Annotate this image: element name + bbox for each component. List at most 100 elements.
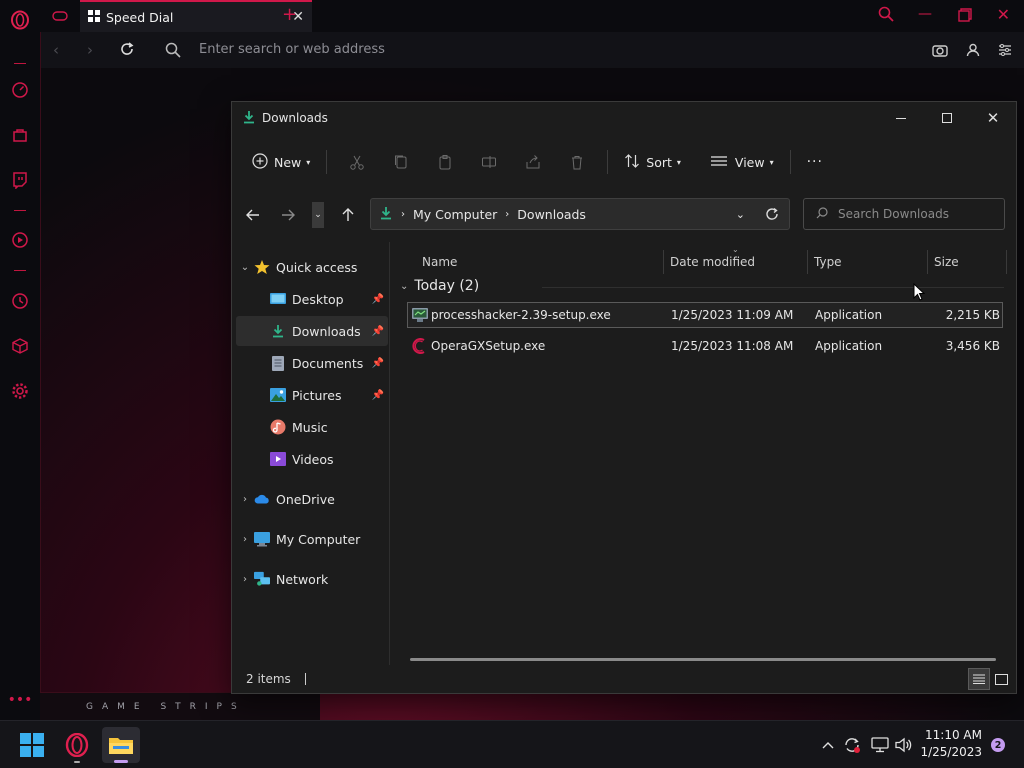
clock[interactable]: 11:10 AM 1/25/2023 <box>914 727 982 761</box>
nav-item-downloads[interactable]: Downloads 📌 <box>236 316 388 346</box>
column-header-size[interactable]: Size <box>934 250 959 274</box>
more-dots-icon[interactable]: ••• <box>8 690 33 710</box>
history-icon[interactable] <box>10 291 30 311</box>
search-input[interactable]: Search Downloads <box>803 198 1005 230</box>
notification-badge[interactable]: 2 <box>991 738 1005 752</box>
breadcrumb-my-computer[interactable]: My Computer <box>413 207 497 222</box>
explorer-titlebar[interactable]: Downloads ✕ <box>232 102 1016 134</box>
forward-icon[interactable]: › <box>87 41 93 59</box>
column-divider[interactable] <box>663 250 664 274</box>
chevron-right-icon[interactable]: › <box>236 534 254 545</box>
view-button[interactable]: View ▾ <box>703 146 782 178</box>
sync-icon[interactable] <box>842 735 862 755</box>
cut-icon[interactable] <box>341 146 373 178</box>
recent-locations-dropdown[interactable]: ⌄ <box>312 202 324 228</box>
nav-item-onedrive[interactable]: › OneDrive <box>236 484 388 514</box>
table-row[interactable]: OperaGXSetup.exe 1/25/2023 11:08 AM Appl… <box>407 333 1003 359</box>
maximize-button[interactable] <box>924 102 970 134</box>
refresh-icon[interactable] <box>765 207 779 224</box>
sidebar-divider <box>14 270 26 271</box>
up-arrow-icon[interactable] <box>335 204 361 226</box>
tab-speed-dial[interactable]: Speed Dial ✕ <box>80 0 312 32</box>
chevron-right-icon[interactable]: › <box>236 574 254 585</box>
details-view-button[interactable] <box>968 668 990 690</box>
chevron-down-icon[interactable]: ⌄ <box>236 262 254 273</box>
chevron-down-icon: ⌄ <box>314 210 322 220</box>
group-header-today[interactable]: ⌄ Today (2) <box>400 278 479 294</box>
camera-icon[interactable] <box>932 42 948 61</box>
game-strips-bar[interactable]: GAME STRIPS <box>40 692 320 720</box>
taskbar: 11:10 AM 1/25/2023 2 <box>0 720 1024 768</box>
grid-icon <box>88 9 100 25</box>
column-divider[interactable] <box>927 250 928 274</box>
column-header-name[interactable]: Name <box>422 250 457 274</box>
back-icon[interactable]: ‹ <box>53 41 59 59</box>
gear-icon[interactable] <box>10 381 30 401</box>
column-header-type[interactable]: Type <box>814 250 842 274</box>
horizontal-scrollbar[interactable] <box>410 658 996 661</box>
sort-indicator-icon: ⌄ <box>732 245 739 254</box>
opera-gx-taskbar-icon[interactable] <box>58 727 96 763</box>
nav-item-music[interactable]: Music <box>236 412 388 442</box>
address-dropdown-icon[interactable]: ⌄ <box>736 208 745 221</box>
opera-logo-icon[interactable] <box>10 10 30 30</box>
close-button[interactable]: ✕ <box>970 102 1016 134</box>
nav-item-network[interactable]: › Network <box>236 564 388 594</box>
nav-item-documents[interactable]: Documents 📌 <box>236 348 388 378</box>
easy-setup-icon[interactable] <box>998 42 1012 61</box>
share-icon[interactable] <box>517 146 549 178</box>
chevron-down-icon[interactable]: ⌄ <box>400 281 408 292</box>
chevron-down-icon: ▾ <box>769 157 774 167</box>
nav-item-pictures[interactable]: Pictures 📌 <box>236 380 388 410</box>
file-list: Name Date modified ⌄ Type Size ⌄ Today (… <box>392 242 1016 665</box>
address-input[interactable]: Enter search or web address <box>199 42 385 57</box>
cube-icon[interactable] <box>10 336 30 356</box>
nav-label: Documents <box>292 355 364 371</box>
sort-button[interactable]: Sort ▾ <box>616 146 689 178</box>
restore-browser-button[interactable] <box>958 7 972 26</box>
nav-item-quick-access[interactable]: ⌄ Quick access <box>236 252 388 282</box>
profile-icon[interactable] <box>966 42 980 61</box>
delete-icon[interactable] <box>561 146 593 178</box>
twitch-icon[interactable] <box>10 170 30 190</box>
new-button[interactable]: New ▾ <box>244 146 318 178</box>
minimize-browser-button[interactable]: — <box>918 6 932 22</box>
installer-app-icon <box>412 307 428 326</box>
network-tray-icon[interactable] <box>870 735 890 755</box>
back-arrow-icon[interactable] <box>240 204 266 226</box>
copy-icon[interactable] <box>385 146 417 178</box>
nav-item-videos[interactable]: Videos <box>236 444 388 474</box>
bag-icon[interactable] <box>10 125 30 145</box>
column-header-date[interactable]: Date modified ⌄ <box>670 245 755 274</box>
file-explorer-taskbar-icon[interactable] <box>102 727 140 763</box>
file-size: 3,456 KB <box>945 339 1000 353</box>
paste-icon[interactable] <box>429 146 461 178</box>
column-divider[interactable] <box>1006 250 1007 274</box>
chevron-up-icon[interactable] <box>818 735 838 755</box>
more-options-button[interactable]: ··· <box>799 146 831 178</box>
rename-icon[interactable] <box>473 146 505 178</box>
nav-item-my-computer[interactable]: › My Computer <box>236 524 388 554</box>
speedometer-icon[interactable] <box>10 80 30 100</box>
volume-icon[interactable] <box>894 735 914 755</box>
search-tabs-icon[interactable] <box>878 6 894 26</box>
close-browser-button[interactable]: ✕ <box>997 5 1010 24</box>
forward-arrow-icon[interactable] <box>275 204 301 226</box>
nav-item-desktop[interactable]: Desktop 📌 <box>236 284 388 314</box>
tiles-view-button[interactable] <box>990 668 1012 690</box>
windows-start-icon[interactable] <box>13 727 51 763</box>
reload-icon[interactable] <box>119 41 135 61</box>
address-box[interactable]: › My Computer › Downloads ⌄ <box>370 198 790 230</box>
new-tab-button[interactable]: + <box>282 4 297 25</box>
nav-label: Network <box>276 571 329 587</box>
minimize-button[interactable] <box>878 102 924 134</box>
column-divider[interactable] <box>807 250 808 274</box>
music-icon <box>270 419 286 435</box>
chevron-right-icon[interactable]: › <box>236 494 254 505</box>
gamepad-icon[interactable] <box>50 6 70 26</box>
breadcrumb-downloads[interactable]: Downloads <box>517 207 586 222</box>
table-row[interactable]: processhacker-2.39-setup.exe 1/25/2023 1… <box>407 302 1003 328</box>
download-icon <box>270 323 286 339</box>
player-icon[interactable] <box>10 230 30 250</box>
nav-label: Downloads <box>292 323 361 339</box>
